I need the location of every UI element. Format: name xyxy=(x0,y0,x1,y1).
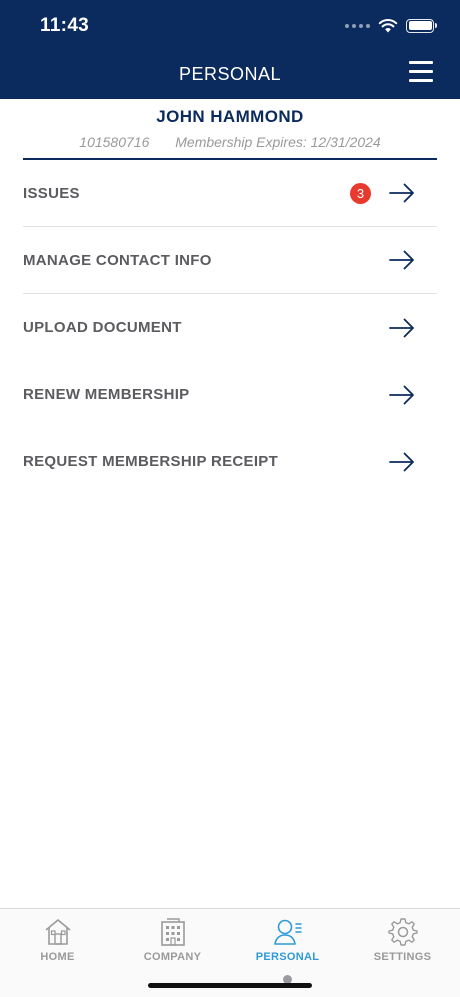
membership-expiry: Membership Expires: 12/31/2024 xyxy=(175,134,381,150)
menu-item-manage-contact-info[interactable]: MANAGE CONTACT INFO xyxy=(23,227,437,294)
status-indicators xyxy=(345,18,437,33)
tab-home[interactable]: HOME xyxy=(0,917,115,963)
menu-item-label: MANAGE CONTACT INFO xyxy=(23,251,212,269)
menu-item-renew-membership[interactable]: RENEW MEMBERSHIP xyxy=(23,361,437,428)
wifi-icon xyxy=(378,19,398,33)
building-icon xyxy=(160,918,185,946)
home-indicator-bar[interactable] xyxy=(148,983,312,988)
menu-item-upload-document[interactable]: UPLOAD DOCUMENT xyxy=(23,294,437,361)
tab-label: HOME xyxy=(40,951,75,963)
menu-item-label: RENEW MEMBERSHIP xyxy=(23,386,190,403)
personal-menu-list: ISSUES 3 MANAGE CONTACT INFO UPLOAD DOCU… xyxy=(23,160,437,495)
menu-item-request-membership-receipt[interactable]: REQUEST MEMBERSHIP RECEIPT xyxy=(23,428,437,495)
arrow-right-icon xyxy=(389,452,414,471)
tab-personal[interactable]: PERSONAL xyxy=(230,917,345,963)
tab-label: SETTINGS xyxy=(373,951,432,963)
issues-count-badge: 3 xyxy=(350,182,371,204)
tab-label: COMPANY xyxy=(143,951,202,963)
menu-item-label: UPLOAD DOCUMENT xyxy=(23,319,182,336)
arrow-right-icon xyxy=(389,183,414,203)
menu-item-issues[interactable]: ISSUES 3 xyxy=(23,160,437,227)
cellular-signal-icon xyxy=(345,23,370,28)
member-id: 101580716 xyxy=(79,134,150,150)
page-title: PERSONAL xyxy=(178,64,282,84)
arrow-right-icon xyxy=(389,385,414,404)
gear-icon xyxy=(387,918,418,946)
bottom-tab-bar: HOME COMPANY PERSONAL SETTINGS xyxy=(0,908,460,997)
app-header: 11:43 PERSONAL xyxy=(0,0,460,99)
arrow-right-icon xyxy=(389,250,414,270)
hamburger-menu-icon[interactable] xyxy=(409,61,433,83)
menu-item-label: REQUEST MEMBERSHIP RECEIPT xyxy=(23,453,279,470)
member-meta: 101580716 Membership Expires: 12/31/2024 xyxy=(23,134,437,150)
arrow-right-icon xyxy=(389,318,414,337)
person-icon xyxy=(273,919,302,945)
tab-label: PERSONAL xyxy=(255,951,320,963)
menu-item-label: ISSUES xyxy=(23,184,80,202)
member-name: JOHN HAMMOND xyxy=(156,107,304,126)
tab-company[interactable]: COMPANY xyxy=(115,917,230,963)
tab-settings[interactable]: SETTINGS xyxy=(345,917,460,963)
home-icon xyxy=(44,919,71,945)
battery-icon xyxy=(406,18,437,33)
profile-summary: JOHN HAMMOND 101580716 Membership Expire… xyxy=(23,99,437,160)
status-time: 11:43 xyxy=(40,15,90,36)
